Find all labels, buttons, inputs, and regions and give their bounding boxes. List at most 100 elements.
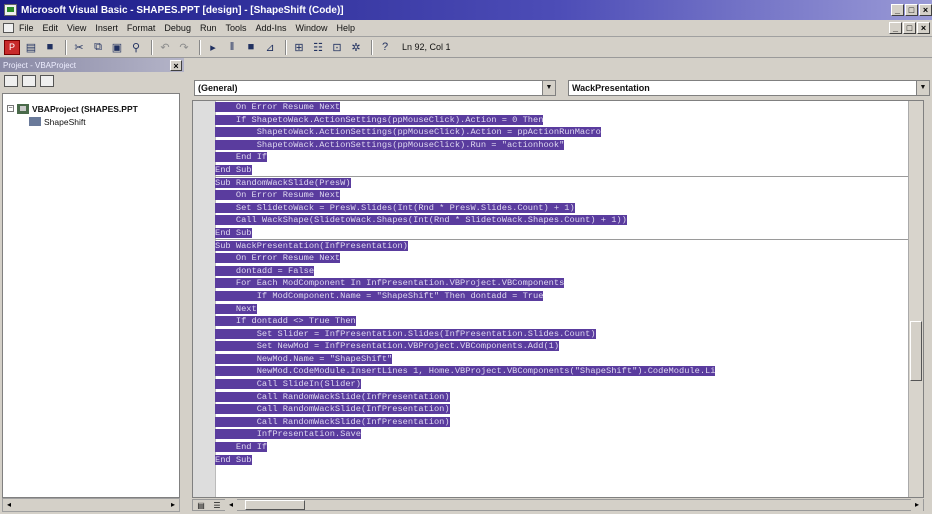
copy-icon[interactable]: ⧉ — [90, 40, 106, 55]
scroll-right-icon[interactable]: ▸ — [167, 499, 179, 511]
run-icon[interactable]: ▸ — [205, 40, 221, 55]
code-line[interactable]: NewMod.CodeModule.InsertLines 1, Home.VB… — [215, 365, 915, 378]
menu-help[interactable]: Help — [337, 23, 356, 33]
scroll-thumb[interactable] — [910, 321, 922, 381]
vb-app-icon[interactable] — [4, 4, 17, 16]
full-module-view-icon[interactable]: ☰ — [209, 501, 225, 510]
menu-add-ins[interactable]: Add-Ins — [255, 23, 286, 33]
code-line[interactable]: NewMod.Name = "ShapeShift" — [215, 353, 915, 366]
close-button[interactable]: × — [919, 4, 932, 16]
procedure-dropdown[interactable]: WackPresentation ▼ — [568, 80, 930, 96]
code-line[interactable]: Sub WackPresentation(InfPresentation) — [215, 240, 915, 253]
code-line-text: On Error Resume Next — [215, 102, 341, 112]
menu-format[interactable]: Format — [127, 23, 156, 33]
properties-window-icon[interactable]: ☷ — [310, 40, 326, 55]
view-code-icon[interactable] — [4, 75, 18, 87]
maximize-button[interactable]: □ — [905, 4, 918, 16]
code-line[interactable]: Set SlidetoWack = PresW.Slides(Int(Rnd *… — [215, 202, 915, 215]
collapse-icon[interactable]: − — [7, 105, 14, 112]
toolbox-icon[interactable]: ✲ — [348, 40, 364, 55]
code-line[interactable]: On Error Resume Next — [215, 252, 915, 265]
scroll-left-icon[interactable]: ◂ — [225, 499, 237, 511]
code-line[interactable]: ShapetoWack.ActionSettings(ppMouseClick)… — [215, 126, 915, 139]
chevron-down-icon[interactable]: ▼ — [916, 81, 929, 95]
code-line[interactable]: Call RandomWackSlide(InfPresentation) — [215, 403, 915, 416]
menu-run[interactable]: Run — [200, 23, 217, 33]
view-object-icon[interactable] — [22, 75, 36, 87]
scroll-right-icon[interactable]: ▸ — [911, 499, 923, 511]
menu-window[interactable]: Window — [296, 23, 328, 33]
code-text[interactable]: On Error Resume Next If ShapetoWack.Acti… — [215, 101, 915, 497]
child-close-button[interactable]: × — [917, 22, 930, 34]
code-line[interactable]: End If — [215, 441, 915, 454]
code-line[interactable]: Call SlideIn(Slider) — [215, 378, 915, 391]
undo-icon[interactable]: ↶ — [157, 40, 173, 55]
menu-view[interactable]: View — [67, 23, 86, 33]
code-line-text: End Sub — [215, 454, 252, 465]
cursor-position: Ln 92, Col 1 — [402, 42, 451, 52]
tree-item-shapeshift[interactable]: ShapeShift — [7, 115, 175, 128]
paste-icon[interactable]: ▣ — [109, 40, 125, 55]
design-mode-icon[interactable]: ⊿ — [262, 40, 278, 55]
code-line[interactable]: Set Slider = InfPresentation.Slides(InfP… — [215, 328, 915, 341]
insert-module-icon[interactable]: ▤ — [23, 40, 39, 55]
menu-edit[interactable]: Edit — [43, 23, 59, 33]
code-line[interactable]: End If — [215, 151, 915, 164]
menu-debug[interactable]: Debug — [164, 23, 191, 33]
menu-insert[interactable]: Insert — [95, 23, 118, 33]
code-window-icon[interactable] — [3, 23, 14, 33]
horizontal-scroll-thumb[interactable] — [245, 500, 305, 510]
project-horizontal-scrollbar[interactable]: ◂ ▸ — [2, 498, 180, 512]
code-line-text: Sub RandomWackSlide(PresW) — [215, 177, 351, 188]
code-line-text: Set Slider = InfPresentation.Slides(InfP… — [215, 328, 596, 339]
code-line[interactable]: End Sub — [215, 454, 915, 467]
child-minimize-button[interactable]: _ — [889, 22, 902, 34]
code-line[interactable]: Call RandomWackSlide(InfPresentation) — [215, 416, 915, 429]
code-line[interactable]: On Error Resume Next — [215, 189, 915, 202]
code-line[interactable]: InfPresentation.Save — [215, 428, 915, 441]
code-line[interactable]: For Each ModComponent In InfPresentation… — [215, 277, 915, 290]
object-dropdown[interactable]: (General) ▼ — [194, 80, 556, 96]
code-margin-bar[interactable] — [193, 101, 216, 497]
code-vertical-scrollbar[interactable] — [908, 101, 923, 497]
scroll-left-icon[interactable]: ◂ — [3, 499, 15, 511]
code-window: (General) ▼ WackPresentation ▼ On Error … — [184, 58, 932, 514]
redo-icon[interactable]: ↷ — [176, 40, 192, 55]
procedure-view-icon[interactable]: ▤ — [193, 501, 209, 510]
object-browser-icon[interactable]: ⊡ — [329, 40, 345, 55]
code-line[interactable]: On Error Resume Next — [215, 101, 915, 114]
break-icon[interactable]: ‖ — [224, 40, 240, 55]
code-line-text: NewMod.Name = "ShapeShift" — [215, 353, 393, 364]
help-icon[interactable]: ? — [377, 40, 393, 55]
reset-icon[interactable]: ■ — [243, 40, 259, 55]
code-line[interactable]: Call WackShape(SlidetoWack.Shapes(Int(Rn… — [215, 214, 915, 227]
menu-file[interactable]: File — [19, 23, 34, 33]
code-line[interactable]: Call RandomWackSlide(InfPresentation) — [215, 391, 915, 404]
project-tree[interactable]: − VBAProject (SHAPES.PPT ShapeShift — [2, 93, 180, 498]
chevron-down-icon[interactable]: ▼ — [542, 81, 555, 95]
code-line[interactable]: If dontadd <> True Then — [215, 315, 915, 328]
save-icon[interactable]: ■ — [42, 40, 58, 55]
minimize-button[interactable]: _ — [891, 4, 904, 16]
project-explorer-icon[interactable]: ⊞ — [291, 40, 307, 55]
code-editor[interactable]: On Error Resume Next If ShapetoWack.Acti… — [192, 100, 924, 498]
code-line[interactable]: Next — [215, 303, 915, 316]
menu-bar: File Edit View Insert Format Debug Run T… — [0, 20, 932, 37]
code-line[interactable]: dontadd = False — [215, 265, 915, 278]
code-line[interactable]: Sub RandomWackSlide(PresW) — [215, 177, 915, 190]
code-line[interactable]: Set NewMod = InfPresentation.VBProject.V… — [215, 340, 915, 353]
code-line[interactable]: If ModComponent.Name = "ShapeShift" Then… — [215, 290, 915, 303]
title-bar: Microsoft Visual Basic - SHAPES.PPT [des… — [0, 0, 932, 20]
toolbar-separator — [65, 39, 67, 55]
code-line[interactable]: If ShapetoWack.ActionSettings(ppMouseCli… — [215, 114, 915, 127]
code-line[interactable]: ShapetoWack.ActionSettings(ppMouseClick)… — [215, 139, 915, 152]
view-powerpoint-icon[interactable]: P — [4, 39, 20, 55]
close-project-pane-button[interactable]: × — [170, 59, 182, 71]
find-icon[interactable]: ⚲ — [128, 40, 144, 55]
cut-icon[interactable]: ✂ — [71, 40, 87, 55]
project-explorer: Project - VBAProject × − VBAProject (SHA… — [0, 58, 184, 514]
child-restore-button[interactable]: □ — [903, 22, 916, 34]
menu-tools[interactable]: Tools — [225, 23, 246, 33]
toggle-folders-icon[interactable] — [40, 75, 54, 87]
tree-item-vbaproject[interactable]: − VBAProject (SHAPES.PPT — [7, 102, 175, 115]
